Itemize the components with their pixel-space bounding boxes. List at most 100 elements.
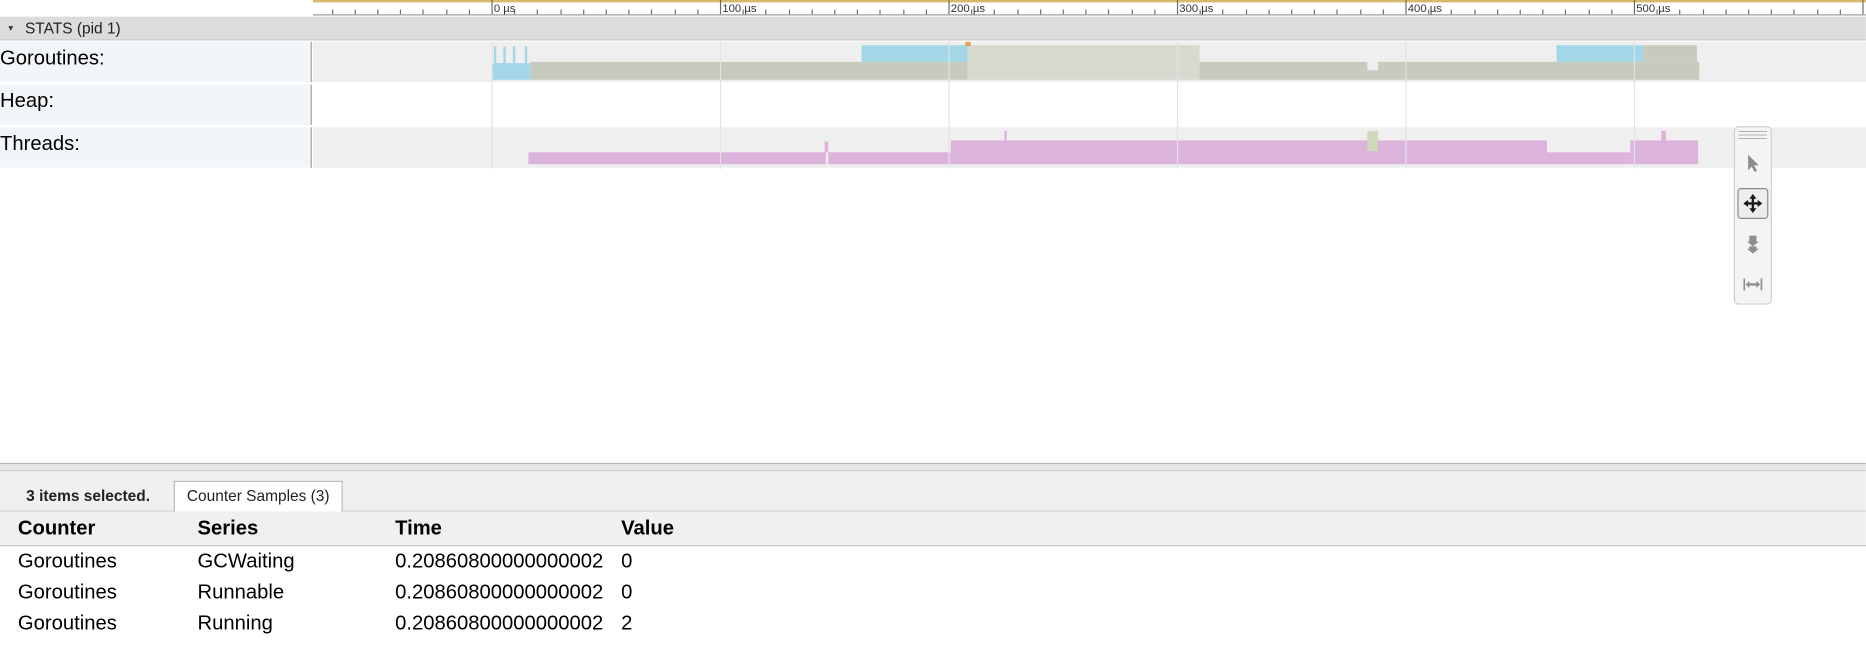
ruler-tick-label: 0 µs [493,2,516,16]
ruler-minor-tick [1862,0,1864,15]
ruler-minor-tick [1405,0,1407,15]
cursor-arrow-icon [1748,154,1759,172]
selection-summary: 3 items selected. [26,486,151,505]
cell-counter: Goroutines [17,580,117,604]
ruler-minor-tick [1336,9,1339,15]
running-segment [1643,45,1697,62]
ruler-minor-tick [1268,9,1270,15]
cell-counter: Goroutines [17,611,117,635]
track-label-threads: Threads: [0,127,312,168]
ruler-minor-tick [1085,9,1087,15]
ruler-minor-tick [765,9,767,15]
process-header[interactable]: ▾ STATS (pid 1) [0,16,1866,41]
column-header-counter[interactable]: Counter [0,511,198,547]
ruler-minor-tick [400,9,402,15]
track-threads[interactable]: Threads: [0,127,1866,168]
running-segment [1378,61,1700,80]
ruler-tick-label: 400 µs [1407,2,1442,16]
track-label-heap: Heap: [0,84,312,125]
time-gridline [1176,41,1179,169]
timing-tool-button[interactable] [1737,269,1768,300]
table-header-row: Counter Series Time Value [0,511,1866,547]
runnable-spike [493,46,497,64]
cell-time: 0.20860800000000002 [395,580,604,604]
ruler-minor-tick [925,9,927,15]
counter-samples-table: Counter Series Time Value Goroutines GCW… [0,511,1866,639]
time-gridline [719,41,722,169]
process-title: STATS (pid 1) [24,19,121,37]
ruler-minor-tick [422,9,425,15]
ruler-minor-tick [377,9,379,15]
move-arrows-icon [1743,193,1763,214]
runnable-spike [524,46,528,64]
ruler-tick-label: 100 µs [722,2,757,16]
track-goroutines[interactable]: Goroutines: [0,41,1866,83]
threads-spike [824,141,829,153]
panel-splitter[interactable] [0,462,1866,472]
column-header-series[interactable]: Series [197,511,396,547]
runnable-spike [503,46,506,64]
column-header-time[interactable]: Time [395,511,622,547]
ruler-minor-tick [1496,9,1498,15]
cell-series: Running [197,611,273,635]
zoom-tool-button[interactable] [1737,228,1768,259]
ruler-minor-tick [1062,9,1064,15]
ruler-minor-tick [1154,9,1156,15]
ruler-minor-tick [788,9,790,15]
ruler-minor-tick [628,9,630,15]
ruler-minor-tick [1108,9,1110,15]
selection-tool-button[interactable] [1737,148,1768,179]
threads-segment [828,152,951,165]
ruler-minor-tick [1245,9,1247,15]
ruler-minor-tick [1176,0,1179,15]
cell-counter: Goroutines [17,549,117,573]
table-row[interactable]: Goroutines Running 0.20860800000000002 2 [0,608,1866,639]
runnable-segment [491,63,531,80]
analysis-panel-header: 3 items selected. Counter Samples (3) [0,471,1866,512]
running-selected-segment [967,45,1200,80]
table-row[interactable]: Goroutines Runnable 0.20860800000000002 … [0,577,1866,608]
horizontal-range-icon [1743,278,1763,291]
running-segment [1199,61,1368,80]
ruler-minor-tick [331,9,333,15]
ruler-minor-tick [1039,9,1042,15]
ruler-minor-tick [719,0,722,15]
ruler-minor-tick [468,9,470,15]
ruler-minor-tick [1519,9,1521,15]
ruler-minor-tick [582,9,585,15]
mouse-mode-palette[interactable] [1733,126,1772,305]
threads-segment [528,152,826,165]
ruler-minor-tick [811,9,813,15]
ruler-minor-tick [1565,9,1567,15]
cell-series: Runnable [197,580,285,604]
ruler-minor-tick [1473,9,1476,15]
ruler-spacer [0,0,313,16]
ruler-tick-label: 300 µs [1179,2,1214,16]
column-header-value[interactable]: Value [621,511,1866,547]
ruler-minor-tick [1588,9,1590,15]
pan-tool-button[interactable] [1737,188,1769,219]
threads-highlight [1367,130,1379,152]
cell-series: GCWaiting [197,549,295,573]
time-gridline [1405,41,1407,169]
track-heap[interactable]: Heap: [0,84,1866,125]
ruler-minor-tick [1313,9,1316,15]
ruler-minor-tick [605,9,607,15]
ruler-minor-tick [354,9,356,15]
tab-counter-samples[interactable]: Counter Samples (3) [173,480,343,512]
cell-value: 0 [621,549,633,573]
threads-spike [1661,130,1667,141]
time-gridline [491,41,493,169]
ruler-minor-tick [674,9,676,15]
cell-time: 0.20860800000000002 [395,611,604,635]
collapse-arrow-icon[interactable]: ▾ [8,23,13,34]
running-segment [1367,70,1379,80]
palette-grip-icon[interactable] [1738,130,1768,141]
time-ruler[interactable]: 0 µs 100 µs 200 µs 300 µs 400 µs 500 µs [312,0,1866,16]
threads-segment [1547,152,1631,165]
trace-viewer: 0 µs 100 µs 200 µs 300 µs 400 µs 500 µs ▾ STA… [0,0,1866,649]
threads-segment [1630,140,1699,165]
table-row[interactable]: Goroutines GCWaiting 0.20860800000000002… [0,546,1866,578]
ruler-minor-tick [445,9,447,15]
time-gridline [948,41,950,169]
